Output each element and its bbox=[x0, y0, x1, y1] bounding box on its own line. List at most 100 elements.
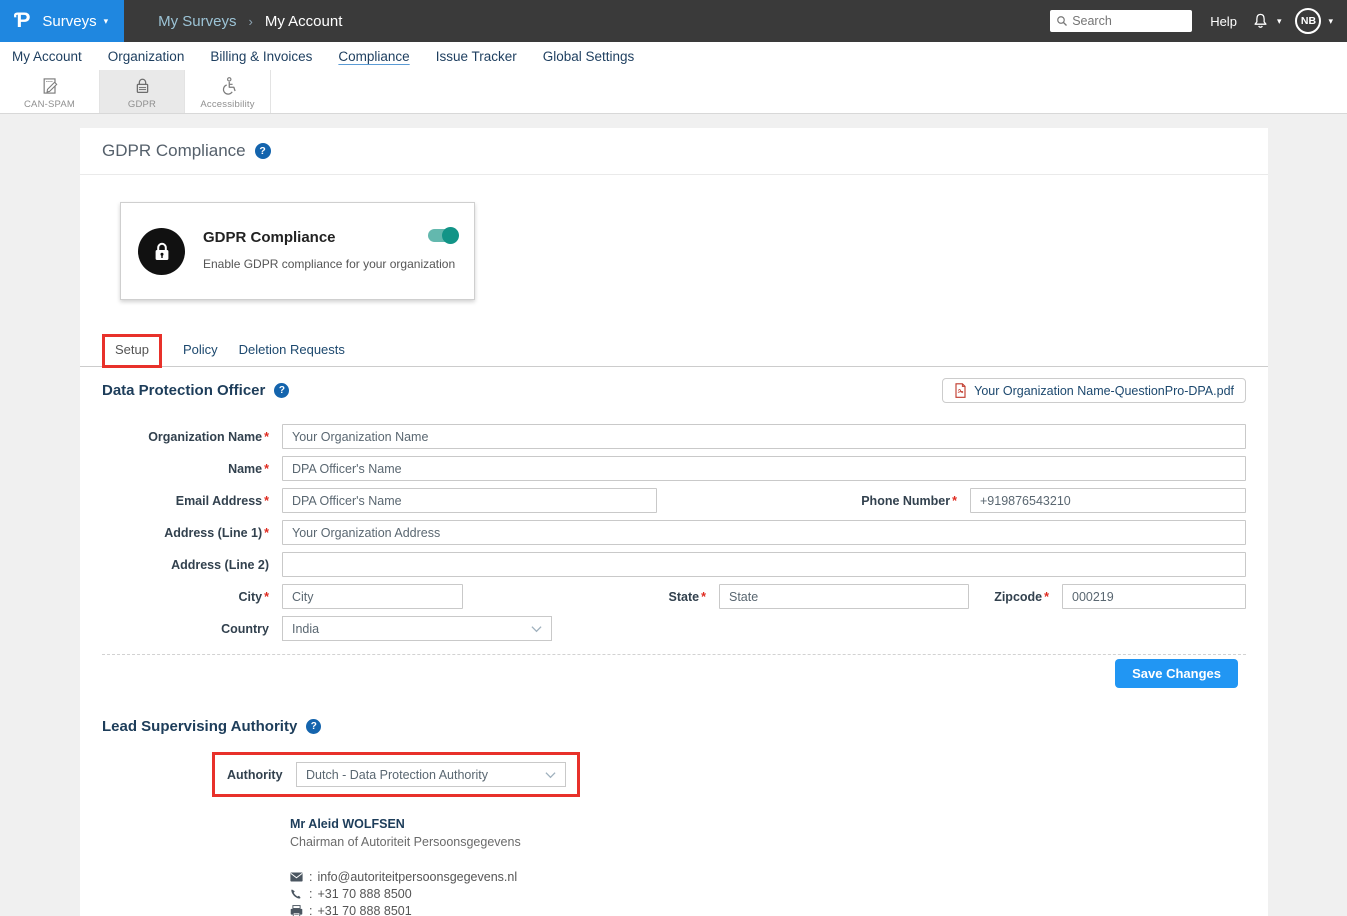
contact-email: info@autoriteitpersoonsgegevens.nl bbox=[317, 870, 517, 884]
account-menu[interactable]: NB ▾ bbox=[1295, 8, 1333, 34]
zipcode-field[interactable] bbox=[1062, 584, 1246, 609]
email-icon bbox=[290, 872, 307, 882]
breadcrumb: My Surveys › My Account bbox=[158, 13, 342, 30]
authority-label: Authority bbox=[227, 768, 282, 782]
nav-item-global-settings[interactable]: Global Settings bbox=[543, 49, 635, 64]
organization-name-field[interactable] bbox=[282, 424, 1246, 449]
breadcrumb-separator-icon: › bbox=[249, 14, 253, 29]
breadcrumb-my-surveys[interactable]: My Surveys bbox=[158, 13, 236, 30]
city-label: City* bbox=[102, 590, 282, 604]
phone-number-label: Phone Number* bbox=[657, 494, 970, 508]
pdf-button-label: Your Organization Name-QuestionPro-DPA.p… bbox=[974, 384, 1234, 398]
chevron-down-icon: ▾ bbox=[1277, 16, 1282, 27]
avatar: NB bbox=[1295, 8, 1321, 34]
email-address-label: Email Address* bbox=[102, 494, 282, 508]
content-panel: GDPR Compliance ? GDPR Compliance Enable… bbox=[80, 128, 1268, 916]
page-background: GDPR Compliance ? GDPR Compliance Enable… bbox=[0, 114, 1347, 916]
tab-deletion-requests[interactable]: Deletion Requests bbox=[239, 342, 345, 366]
tab-label: GDPR bbox=[128, 99, 156, 110]
nav-item-compliance[interactable]: Compliance bbox=[338, 49, 409, 64]
accessibility-icon bbox=[218, 76, 238, 96]
search-input[interactable] bbox=[1072, 14, 1186, 28]
dpo-form: Organization Name* Name* Email Address* … bbox=[102, 424, 1246, 641]
toggle-knob bbox=[442, 227, 459, 244]
tab-accessibility[interactable]: Accessibility bbox=[185, 70, 271, 113]
zipcode-label: Zipcode* bbox=[969, 590, 1062, 604]
contact-phone: +31 70 888 8500 bbox=[317, 887, 411, 901]
breadcrumb-my-account: My Account bbox=[265, 13, 343, 30]
tab-setup[interactable]: Setup bbox=[115, 342, 149, 357]
gdpr-subtabs: Setup Policy Deletion Requests bbox=[80, 334, 1268, 367]
pdf-file-icon bbox=[954, 383, 967, 398]
document-pencil-icon bbox=[40, 76, 60, 96]
country-selected-value: India bbox=[292, 622, 319, 636]
email-address-field[interactable] bbox=[282, 488, 657, 513]
nav-item-issue-tracker[interactable]: Issue Tracker bbox=[436, 49, 517, 64]
lsa-heading: Lead Supervising Authority bbox=[102, 718, 297, 735]
chevron-down-icon bbox=[545, 771, 556, 779]
dpa-officer-name-field[interactable] bbox=[282, 456, 1246, 481]
chevron-down-icon: ▾ bbox=[1328, 16, 1333, 27]
address-line2-field[interactable] bbox=[282, 552, 1246, 577]
tab-label: Accessibility bbox=[200, 99, 254, 110]
product-switcher[interactable]: Ƥ Surveys ▾ bbox=[0, 0, 124, 42]
tab-can-spam[interactable]: CAN-SPAM bbox=[0, 70, 100, 113]
fax-icon bbox=[290, 905, 307, 916]
dpo-save-button[interactable]: Save Changes bbox=[1115, 659, 1238, 688]
country-select[interactable]: India bbox=[282, 616, 552, 641]
dpo-section: Data Protection Officer ? Your Organizat… bbox=[80, 378, 1268, 688]
tab-policy[interactable]: Policy bbox=[183, 342, 218, 366]
tab-label: CAN-SPAM bbox=[24, 99, 75, 110]
section-divider bbox=[102, 654, 1246, 655]
contact-name: Mr Aleid WOLFSEN bbox=[290, 817, 1246, 831]
dpa-pdf-button[interactable]: Your Organization Name-QuestionPro-DPA.p… bbox=[942, 378, 1246, 403]
card-title: GDPR Compliance bbox=[203, 229, 455, 246]
organization-name-label: Organization Name* bbox=[102, 430, 282, 444]
authority-contact-card: Mr Aleid WOLFSEN Chairman of Autoriteit … bbox=[290, 817, 1246, 916]
help-icon[interactable]: ? bbox=[274, 383, 289, 398]
help-icon[interactable]: ? bbox=[255, 143, 271, 159]
bell-icon bbox=[1251, 12, 1270, 31]
compliance-icon-tabs: CAN-SPAM GDPR Accessibility bbox=[0, 70, 1347, 114]
gdpr-toggle[interactable] bbox=[428, 229, 457, 242]
authority-selected-value: Dutch - Data Protection Authority bbox=[306, 768, 488, 782]
country-label: Country bbox=[102, 622, 282, 636]
product-menu-label: Surveys bbox=[42, 13, 96, 30]
lock-icon bbox=[150, 240, 174, 264]
phone-number-field[interactable] bbox=[970, 488, 1246, 513]
tab-gdpr[interactable]: GDPR bbox=[100, 70, 185, 113]
nav-item-billing-invoices[interactable]: Billing & Invoices bbox=[210, 49, 312, 64]
questionpro-logo-icon: Ƥ bbox=[14, 9, 30, 33]
account-nav: My Account Organization Billing & Invoic… bbox=[0, 42, 1347, 70]
notifications-menu[interactable]: ▾ bbox=[1251, 12, 1282, 31]
page-title: GDPR Compliance bbox=[102, 141, 246, 161]
address-line1-label: Address (Line 1)* bbox=[102, 526, 282, 540]
dpo-heading: Data Protection Officer bbox=[102, 382, 265, 399]
address-line2-label: Address (Line 2) bbox=[102, 558, 282, 572]
annotation-box-setup: Setup bbox=[102, 334, 162, 368]
name-label: Name* bbox=[102, 462, 282, 476]
lock-badge bbox=[138, 228, 185, 275]
search-icon bbox=[1056, 15, 1068, 27]
contact-fax: +31 70 888 8501 bbox=[317, 904, 411, 916]
help-link[interactable]: Help bbox=[1210, 14, 1237, 29]
city-field[interactable] bbox=[282, 584, 463, 609]
annotation-box-authority: Authority Dutch - Data Protection Author… bbox=[212, 752, 580, 797]
nav-item-my-account[interactable]: My Account bbox=[12, 49, 82, 64]
page-header: GDPR Compliance ? bbox=[80, 128, 1268, 175]
card-subtitle: Enable GDPR compliance for your organiza… bbox=[203, 257, 455, 271]
authority-select[interactable]: Dutch - Data Protection Authority bbox=[296, 762, 566, 787]
search-box[interactable] bbox=[1050, 10, 1192, 32]
state-label: State* bbox=[463, 590, 719, 604]
state-field[interactable] bbox=[719, 584, 969, 609]
chevron-down-icon: ▾ bbox=[104, 16, 109, 27]
lsa-section: Lead Supervising Authority ? Authority D… bbox=[80, 718, 1268, 916]
top-navbar: Ƥ Surveys ▾ My Surveys › My Account Help… bbox=[0, 0, 1347, 42]
contact-title: Chairman of Autoriteit Persoonsgegevens bbox=[290, 835, 1246, 849]
phone-icon bbox=[290, 888, 307, 900]
nav-item-organization[interactable]: Organization bbox=[108, 49, 185, 64]
address-line1-field[interactable] bbox=[282, 520, 1246, 545]
padlock-icon bbox=[133, 76, 152, 96]
chevron-down-icon bbox=[531, 625, 542, 633]
help-icon[interactable]: ? bbox=[306, 719, 321, 734]
